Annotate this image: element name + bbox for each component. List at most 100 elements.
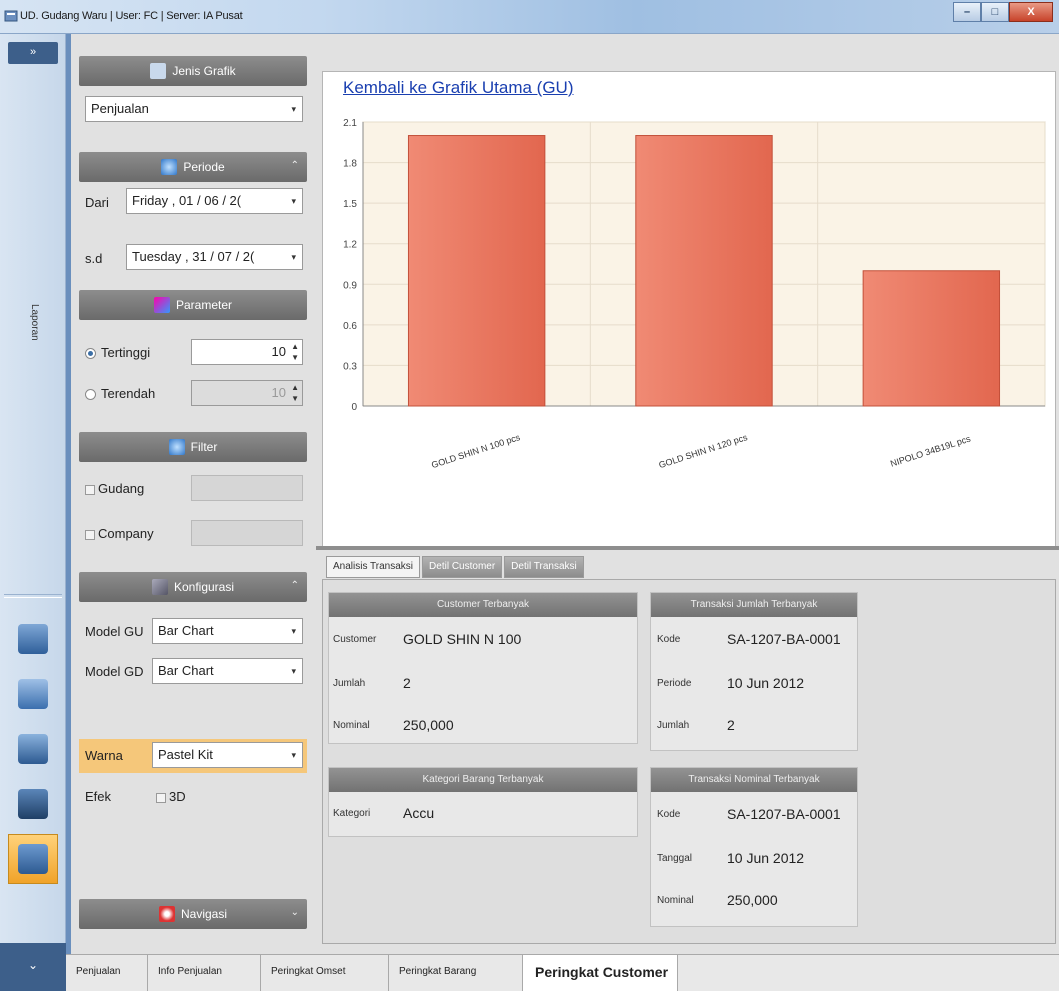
card-header: Customer Terbanyak <box>329 593 637 617</box>
navigasi-header[interactable]: Navigasi ⌄ <box>79 899 307 929</box>
parameter-icon <box>153 297 170 313</box>
tertinggi-value: 10 <box>271 344 286 359</box>
terendah-spinner: 10 ▲ ▼ <box>191 380 303 406</box>
window-title: UD. Gudang Waru | User: FC | Server: IA … <box>20 10 243 22</box>
navigasi-title: Navigasi <box>180 907 228 921</box>
minimize-button[interactable]: – <box>953 2 981 22</box>
periode-header[interactable]: Periode ⌃ <box>79 152 307 182</box>
spinner-arrows-icon[interactable]: ▲ ▼ <box>291 341 299 363</box>
card-value: 250,000 <box>727 892 778 908</box>
tab-info-penjualan[interactable]: Info Penjualan <box>148 955 261 991</box>
card-value: 10 Jun 2012 <box>727 675 805 691</box>
terendah-radio[interactable] <box>85 389 96 400</box>
collapse-icon: ⌃ <box>290 580 299 591</box>
x-tick-label: GOLD SHIN N 120 pcs <box>658 432 750 470</box>
transaksi-nominal-card: Transaksi Nominal Terbanyak Kode SA-1207… <box>650 767 858 927</box>
konfigurasi-header[interactable]: Konfigurasi ⌃ <box>79 572 307 602</box>
chevron-down-icon: ▾ <box>291 626 296 636</box>
card-value: 2 <box>403 675 411 691</box>
model-gu-value: Bar Chart <box>158 623 214 638</box>
card-key: Nominal <box>657 895 694 906</box>
bottom-tab-bar: Penjualan Info Penjualan Peringkat Omset… <box>66 954 1059 991</box>
card-value: SA-1207-BA-0001 <box>727 806 841 822</box>
card-key: Customer <box>333 634 377 645</box>
bar-chart: 0 0.3 0.6 0.9 1.2 1.5 1.8 2.1 GOLD SHIN N 100 pc… <box>343 118 1046 470</box>
report-user-icon[interactable] <box>8 834 58 884</box>
gudang-label: Gudang <box>98 481 145 496</box>
company-checkbox[interactable] <box>85 530 95 540</box>
y-tick-label: 1.8 <box>343 159 357 170</box>
sd-date-picker[interactable]: Tuesday , 31 / 07 / 2( ▾ <box>126 244 303 270</box>
briefcase-icon[interactable] <box>8 724 58 774</box>
chevron-down-icon: ▾ <box>291 666 296 676</box>
chart-panel: Kembali ke Grafik Utama (GU) 0 0.3 0.6 0.9 1… <box>322 71 1056 548</box>
tertinggi-radio[interactable] <box>85 348 96 359</box>
nav-splitter[interactable] <box>4 594 62 598</box>
konfigurasi-title: Konfigurasi <box>173 580 235 594</box>
periode-title: Periode <box>183 160 225 174</box>
bar <box>862 270 1001 407</box>
card-value: Accu <box>403 805 435 821</box>
filter-title: Filter <box>190 440 218 454</box>
nav-section-label: Laporan <box>29 304 40 341</box>
chart-splitter[interactable] <box>316 546 1059 550</box>
dari-label: Dari <box>85 195 109 210</box>
model-gd-select[interactable]: Bar Chart ▾ <box>152 658 303 684</box>
card-key: Kode <box>657 634 681 645</box>
card-key: Periode <box>657 678 692 689</box>
company-label: Company <box>98 526 154 541</box>
dari-date-picker[interactable]: Friday , 01 / 06 / 2( ▾ <box>126 188 303 214</box>
efek-3d-label: 3D <box>169 789 186 804</box>
window-title-bar[interactable]: UD. Gudang Waru | User: FC | Server: IA … <box>0 0 1059 34</box>
card-value: 2 <box>727 717 735 733</box>
gudang-checkbox[interactable] <box>85 485 95 495</box>
left-nav-bar: » Laporan ⌄ <box>0 34 66 991</box>
tab-peringkat-barang[interactable]: Peringkat Barang <box>389 955 523 991</box>
search-icon <box>161 159 178 175</box>
card-key: Jumlah <box>333 678 366 689</box>
navigation-icon <box>158 906 175 922</box>
tab-detil-transaksi[interactable]: Detil Transaksi <box>504 556 584 578</box>
expand-icon: ⌄ <box>290 907 299 918</box>
settings-panel: Jenis Grafik Penjualan ▾ Periode ⌃ Dari … <box>71 34 316 954</box>
y-tick-label: 0.3 <box>343 361 357 372</box>
terendah-label: Terendah <box>101 386 156 401</box>
card-header: Transaksi Nominal Terbanyak <box>651 768 857 792</box>
model-gd-label: Model GD <box>85 664 144 679</box>
dari-date-value: Friday , 01 / 06 / 2( <box>132 193 242 208</box>
tab-analisis-transaksi[interactable]: Analisis Transaksi <box>326 556 421 578</box>
sd-label: s.d <box>85 251 103 266</box>
tertinggi-spinner[interactable]: 10 ▲ ▼ <box>191 339 303 365</box>
cash-register-icon[interactable] <box>8 614 58 664</box>
sd-date-value: Tuesday , 31 / 07 / 2( <box>132 249 255 264</box>
back-to-main-chart-link[interactable]: Kembali ke Grafik Utama (GU) <box>343 78 574 98</box>
warna-select[interactable]: Pastel Kit ▾ <box>152 742 303 768</box>
tab-peringkat-omset[interactable]: Peringkat Omset <box>261 955 389 991</box>
model-gu-select[interactable]: Bar Chart ▾ <box>152 618 303 644</box>
jenis-grafik-select[interactable]: Penjualan ▾ <box>85 96 303 122</box>
y-tick-label: 1.5 <box>343 199 357 210</box>
x-tick-label: NIPOLO 34B19L pcs <box>889 433 972 469</box>
card-key: Nominal <box>333 720 370 731</box>
card-key: Kode <box>657 809 681 820</box>
tab-peringkat-customer[interactable]: Peringkat Customer <box>523 955 678 991</box>
maximize-button[interactable]: □ <box>981 2 1009 22</box>
tab-detil-customer[interactable]: Detil Customer <box>422 556 503 578</box>
detail-tabs: Analisis Transaksi Detil Customer Detil … <box>326 556 586 578</box>
filter-header: Filter <box>79 432 307 462</box>
jenis-grafik-title: Jenis Grafik <box>172 64 236 78</box>
efek-label: Efek <box>85 789 112 804</box>
expand-nav-button[interactable]: » <box>8 42 58 64</box>
close-button[interactable]: X <box>1009 2 1053 22</box>
efek-3d-checkbox[interactable] <box>156 793 166 803</box>
chevron-down-icon: ▾ <box>291 252 296 262</box>
folder-icon[interactable] <box>8 779 58 829</box>
tab-penjualan[interactable]: Penjualan <box>66 955 148 991</box>
card-key: Kategori <box>333 808 371 819</box>
transaksi-jumlah-card: Transaksi Jumlah Terbanyak Kode SA-1207-… <box>650 592 858 751</box>
globe-doc-icon[interactable] <box>8 669 58 719</box>
collapse-nav-button[interactable]: ⌄ <box>0 943 66 991</box>
chevron-down-icon: ▾ <box>291 104 296 114</box>
customer-terbanyak-card: Customer Terbanyak Customer GOLD SHIN N … <box>328 592 638 744</box>
card-value: 10 Jun 2012 <box>727 850 805 866</box>
